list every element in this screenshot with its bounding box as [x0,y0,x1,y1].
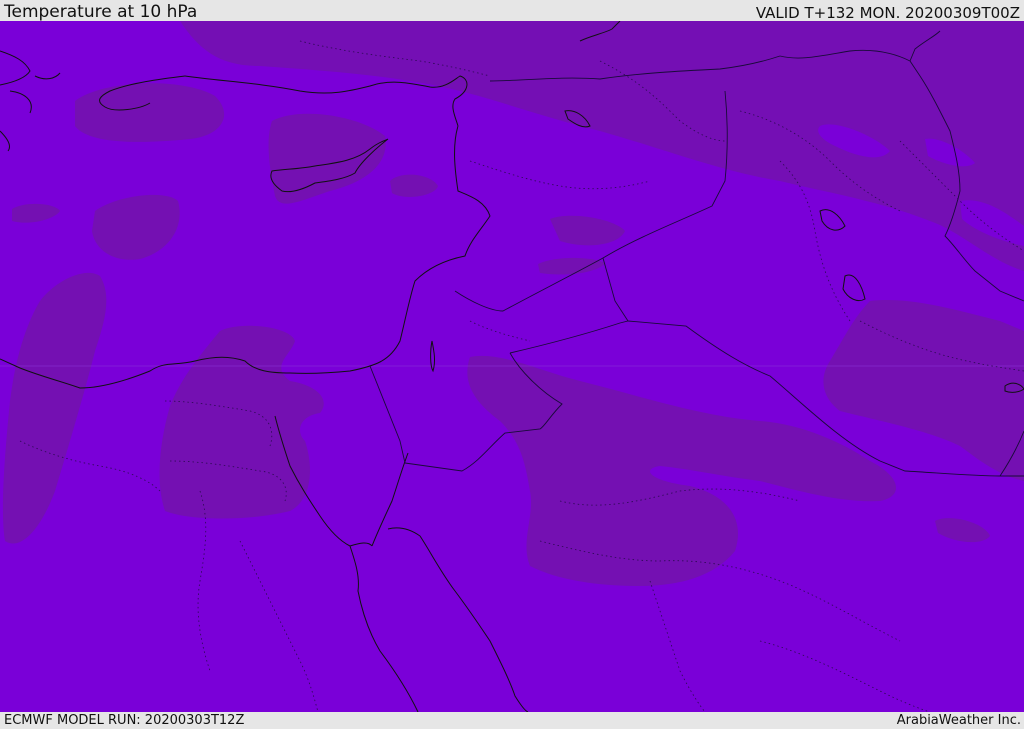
model-run: ECMWF MODEL RUN: 20200303T12Z [4,713,245,728]
contour-blob-turkey-west [75,83,225,142]
footer-bar: ECMWF MODEL RUN: 20200303T12Z ArabiaWeat… [0,712,1024,729]
header-bar: Temperature at 10 hPa VALID T+132 MON. 2… [0,0,1024,22]
map-canvas [0,21,1024,712]
map-title: Temperature at 10 hPa [4,2,198,22]
credit: ArabiaWeather Inc. [896,713,1021,728]
valid-time: VALID T+132 MON. 20200309T00Z [755,4,1020,22]
temperature-map [0,21,1024,712]
